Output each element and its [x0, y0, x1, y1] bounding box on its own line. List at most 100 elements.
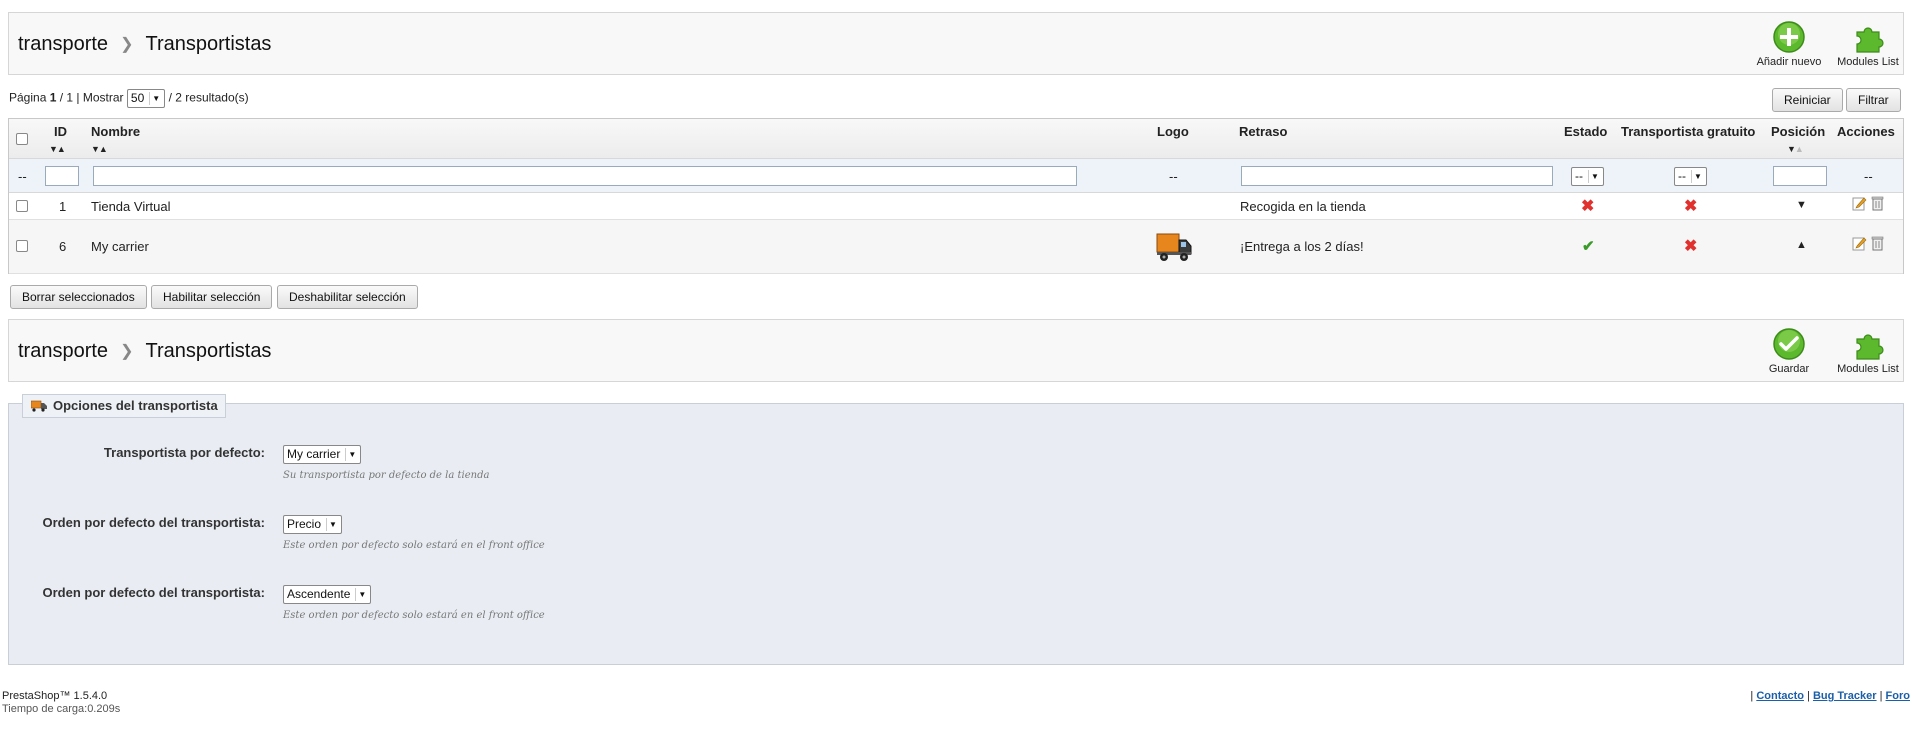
chevron-down-icon: ▼ [1588, 170, 1601, 183]
select-all-checkbox[interactable] [16, 133, 28, 145]
col-name: Nombre [91, 124, 141, 139]
add-circle-icon [1773, 21, 1805, 53]
row-checkbox[interactable] [16, 240, 28, 252]
sort-id-icon[interactable]: ▼▲ [49, 144, 66, 154]
filter-status-select[interactable]: -- ▼ [1571, 167, 1604, 186]
table-row[interactable]: 6 My carrier ¡Entrega a los 2 días! ✔ ✖ … [9, 220, 1903, 274]
add-new-label: Añadir nuevo [1756, 56, 1822, 68]
row-delay: ¡Entrega a los 2 días! [1240, 239, 1364, 254]
bulk-enable-button[interactable]: Habilitar selección [151, 285, 273, 309]
contact-link[interactable]: Contacto [1756, 690, 1804, 702]
chevron-right-icon: ❯ [120, 343, 134, 360]
filter-status-value: -- [1575, 169, 1583, 183]
page-current: 1 [49, 90, 57, 105]
carriers-table: ID ▼▲ Nombre ▼▲ Logo Retraso Estado Tran… [8, 118, 1904, 274]
check-circle-icon [1773, 328, 1805, 360]
modules-list-button[interactable]: Modules List [1831, 20, 1905, 68]
breadcrumb-parent[interactable]: transporte [18, 340, 108, 362]
status-enabled-icon[interactable]: ✔ [1582, 237, 1595, 255]
footer-links: | Contacto | Bug Tracker | Foro [1750, 690, 1910, 702]
puzzle-icon [1856, 27, 1884, 53]
row-checkbox[interactable] [16, 200, 28, 212]
breadcrumb-parent[interactable]: transporte [18, 33, 108, 55]
position-down-icon[interactable]: ▼ [1796, 199, 1807, 211]
bulk-disable-button[interactable]: Deshabilitar selección [277, 285, 418, 309]
filter-free-select[interactable]: -- ▼ [1674, 167, 1707, 186]
save-label: Guardar [1768, 363, 1810, 375]
chevron-down-icon: ▼ [355, 588, 368, 601]
bug-tracker-link[interactable]: Bug Tracker [1813, 690, 1877, 702]
chevron-down-icon: ▼ [345, 448, 358, 461]
carrier-options-legend: Opciones del transportista [22, 394, 226, 418]
pagination-info: Página 1 / 1 | Mostrar 50 ▼ / 2 resultado… [9, 89, 249, 108]
filter-id-input[interactable] [45, 166, 79, 186]
filter-logo-placeholder: -- [1169, 169, 1178, 184]
forum-link[interactable]: Foro [1886, 690, 1910, 702]
delete-icon[interactable] [1871, 196, 1884, 214]
default-carrier-label: Transportista por defecto: [103, 445, 265, 460]
reset-button[interactable]: Reiniciar [1772, 88, 1843, 112]
edit-icon[interactable] [1852, 196, 1867, 214]
truck-logo-icon [1155, 228, 1193, 267]
legend-text: Opciones del transportista [53, 398, 218, 413]
row-name: Tienda Virtual [91, 199, 171, 214]
col-id: ID [54, 124, 67, 139]
edit-icon[interactable] [1852, 236, 1867, 254]
page-title: Transportistas [145, 340, 272, 362]
default-order-by-label: Orden por defecto del transportista: [42, 515, 265, 530]
page-total: / 1 | Mostrar [59, 90, 124, 105]
chevron-right-icon: ❯ [120, 36, 134, 53]
modules-list-button[interactable]: Modules List [1831, 327, 1905, 375]
footer-info: PrestaShop™ 1.5.4.0 Tiempo de carga:0.20… [2, 690, 120, 716]
add-new-button[interactable]: Añadir nuevo [1749, 20, 1829, 68]
table-header: ID ▼▲ Nombre ▼▲ Logo Retraso Estado Tran… [9, 119, 1903, 159]
filter-name-input[interactable] [93, 166, 1077, 186]
default-order-way-help: Este orden por defecto solo estará en el… [283, 610, 545, 621]
filter-delay-input[interactable] [1241, 166, 1553, 186]
col-free: Transportista gratuito [1621, 124, 1756, 139]
load-time-text: Tiempo de carga:0.209s [2, 703, 121, 715]
default-order-by-value: Precio [287, 517, 322, 531]
status-disabled-icon[interactable]: ✖ [1581, 196, 1594, 216]
page-title: Transportistas [145, 33, 272, 55]
bulk-delete-button[interactable]: Borrar seleccionados [10, 285, 147, 309]
default-carrier-help: Su transportista por defecto de la tiend… [283, 470, 490, 481]
sort-position-icon[interactable]: ▼▲ [1787, 144, 1804, 154]
default-order-way-select[interactable]: Ascendente ▼ [283, 585, 372, 604]
col-actions: Acciones [1837, 124, 1895, 139]
filter-checkbox-placeholder: -- [18, 169, 27, 184]
row-id: 6 [59, 239, 67, 254]
filter-button[interactable]: Filtrar [1846, 88, 1901, 112]
breadcrumb: transporte ❯ Transportistas [18, 33, 271, 56]
per-page-select[interactable]: 50 ▼ [126, 89, 166, 108]
table-row[interactable]: 1 Tienda Virtual Recogida en la tienda ✖… [9, 193, 1903, 220]
position-up-icon[interactable]: ▲ [1796, 239, 1807, 251]
version-text: PrestaShop™ 1.5.4.0 [2, 690, 108, 702]
free-no-icon[interactable]: ✖ [1684, 196, 1697, 216]
save-button[interactable]: Guardar [1761, 327, 1817, 375]
filter-actions-placeholder: -- [1864, 169, 1873, 184]
puzzle-icon [1856, 334, 1884, 360]
carrier-options-panel: Opciones del transportista Transportista… [8, 394, 1904, 665]
sort-name-icon[interactable]: ▼▲ [91, 144, 108, 154]
breadcrumb: transporte ❯ Transportistas [18, 340, 271, 363]
default-order-by-help: Este orden por defecto solo estará en el… [283, 540, 545, 551]
row-id: 1 [59, 199, 67, 214]
col-position: Posición [1771, 124, 1826, 139]
per-page-value: 50 [130, 91, 145, 105]
default-order-way-value: Ascendente [287, 587, 351, 601]
results-count: / 2 resultado(s) [168, 90, 249, 105]
filter-row: -- -- -- ▼ -- ▼ -- [9, 159, 1903, 193]
default-carrier-select[interactable]: My carrier ▼ [283, 445, 362, 464]
free-no-icon[interactable]: ✖ [1684, 236, 1697, 256]
delete-icon[interactable] [1871, 236, 1884, 254]
filter-free-value: -- [1678, 169, 1686, 183]
col-status: Estado [1564, 124, 1608, 139]
row-delay: Recogida en la tienda [1240, 199, 1366, 214]
chevron-down-icon: ▼ [1691, 170, 1704, 183]
default-carrier-value: My carrier [287, 447, 341, 461]
col-logo: Logo [1157, 124, 1189, 139]
bottom-toolbar: transporte ❯ Transportistas Guardar Module… [8, 319, 1904, 382]
filter-position-input[interactable] [1773, 166, 1827, 186]
default-order-by-select[interactable]: Precio ▼ [283, 515, 343, 534]
